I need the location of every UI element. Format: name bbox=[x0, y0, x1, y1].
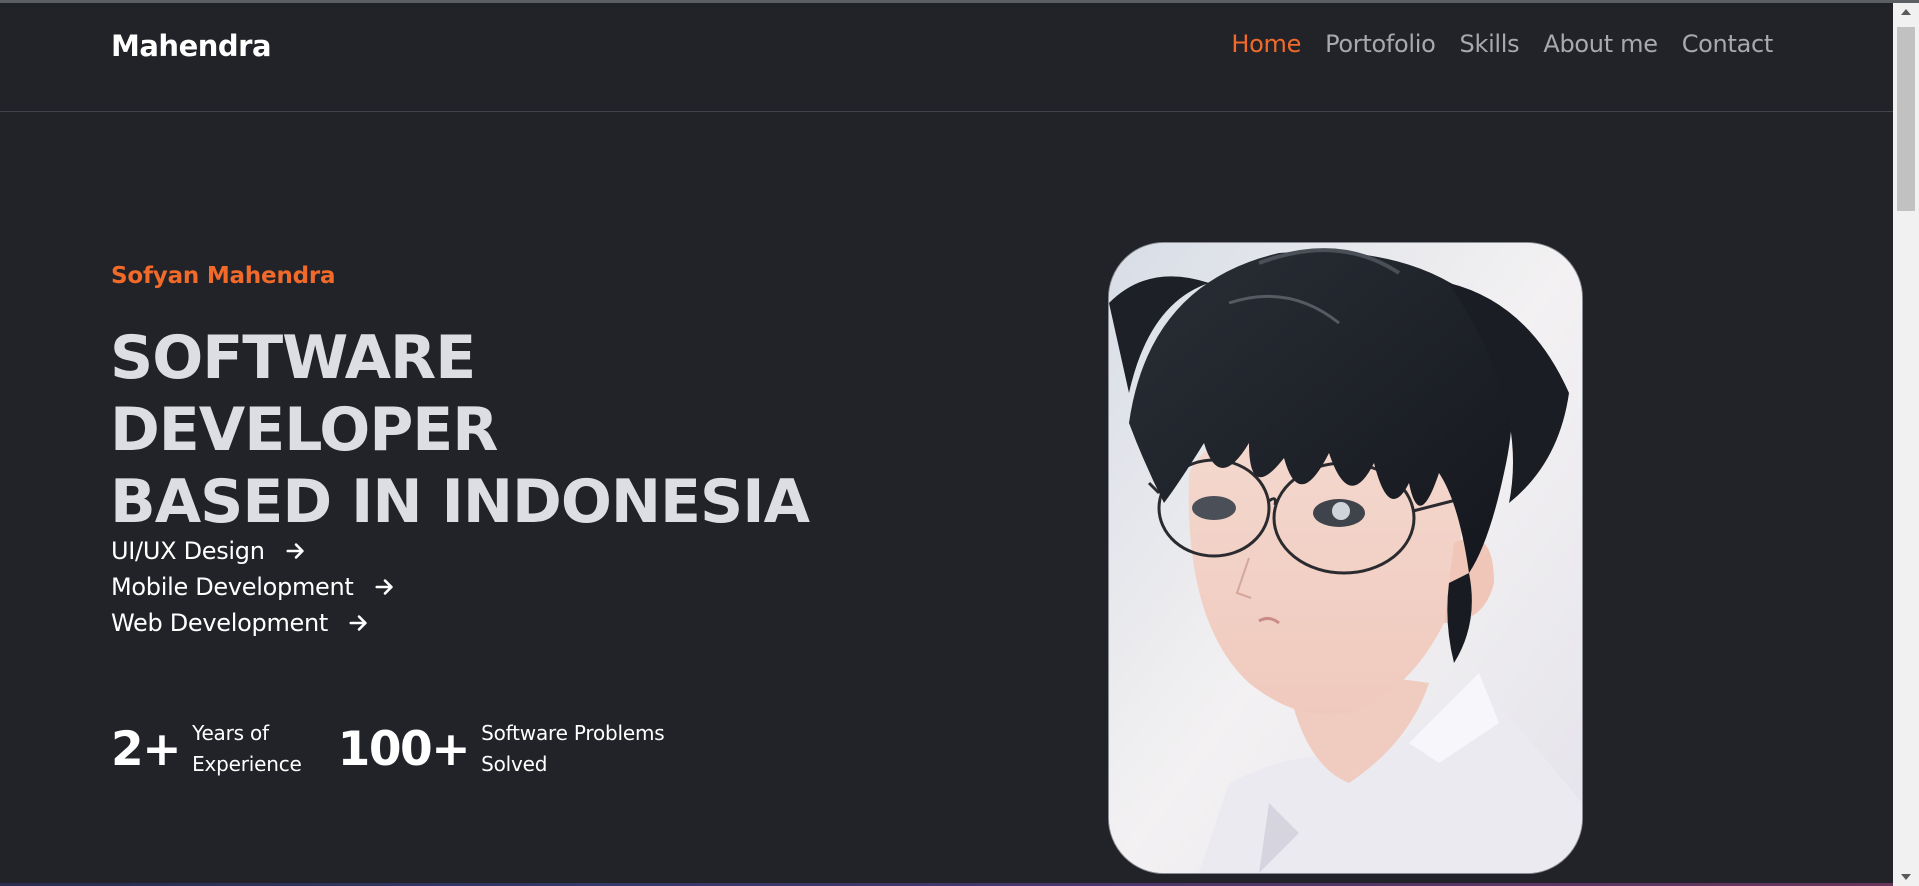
stat-experience: 2+ Years of Experience bbox=[111, 718, 302, 780]
page: Mahendra Home Portofolio Skills About me… bbox=[0, 0, 1919, 886]
stat-problems-solved: 100+ Software Problems Solved bbox=[338, 718, 665, 780]
stats-row: 2+ Years of Experience 100+ Software Pro… bbox=[111, 718, 665, 780]
hero-name: Sofyan Mahendra bbox=[111, 263, 336, 289]
arrow-right-icon bbox=[374, 579, 393, 595]
nav-portofolio[interactable]: Portofolio bbox=[1325, 30, 1436, 58]
profile-portrait bbox=[1108, 242, 1583, 874]
nav-about-me[interactable]: About me bbox=[1543, 30, 1658, 58]
main-nav: Home Portofolio Skills About me Contact bbox=[1231, 30, 1773, 58]
service-ui-ux-design[interactable]: UI/UX Design bbox=[111, 536, 396, 566]
hero-headline: SOFTWARE DEVELOPER BASED IN INDONESIA bbox=[110, 322, 870, 538]
stat-label: Software Problems Solved bbox=[481, 718, 665, 780]
stat-label-line: Years of bbox=[192, 721, 269, 745]
services-list: UI/UX Design Mobile Development Web Deve… bbox=[111, 536, 396, 638]
stat-label-line: Software Problems bbox=[481, 721, 665, 745]
service-label: Mobile Development bbox=[111, 573, 354, 601]
service-label: UI/UX Design bbox=[111, 537, 265, 565]
brand-logo[interactable]: Mahendra bbox=[111, 29, 272, 63]
stat-label-line: Solved bbox=[481, 752, 548, 776]
site-header: Mahendra Home Portofolio Skills About me… bbox=[0, 3, 1893, 112]
stat-label: Years of Experience bbox=[192, 718, 302, 780]
anime-portrait-illustration bbox=[1109, 243, 1582, 873]
headline-line-2: BASED IN INDONESIA bbox=[110, 467, 810, 537]
scrollbar-thumb[interactable] bbox=[1897, 27, 1915, 211]
nav-home[interactable]: Home bbox=[1231, 30, 1301, 58]
stat-value: 100+ bbox=[337, 721, 471, 777]
arrow-right-icon bbox=[349, 615, 367, 631]
nav-contact[interactable]: Contact bbox=[1682, 30, 1774, 58]
vertical-scrollbar[interactable] bbox=[1893, 3, 1919, 886]
scroll-up-arrow-icon[interactable] bbox=[1901, 9, 1911, 15]
arrow-right-icon bbox=[286, 543, 304, 559]
stat-value: 2+ bbox=[111, 721, 182, 777]
scroll-down-arrow-icon[interactable] bbox=[1901, 874, 1911, 880]
stat-label-line: Experience bbox=[192, 752, 302, 776]
service-mobile-development[interactable]: Mobile Development bbox=[111, 572, 396, 602]
headline-line-1: SOFTWARE DEVELOPER bbox=[110, 323, 498, 465]
service-web-development[interactable]: Web Development bbox=[111, 608, 396, 638]
nav-skills[interactable]: Skills bbox=[1460, 30, 1520, 58]
service-label: Web Development bbox=[111, 609, 329, 637]
